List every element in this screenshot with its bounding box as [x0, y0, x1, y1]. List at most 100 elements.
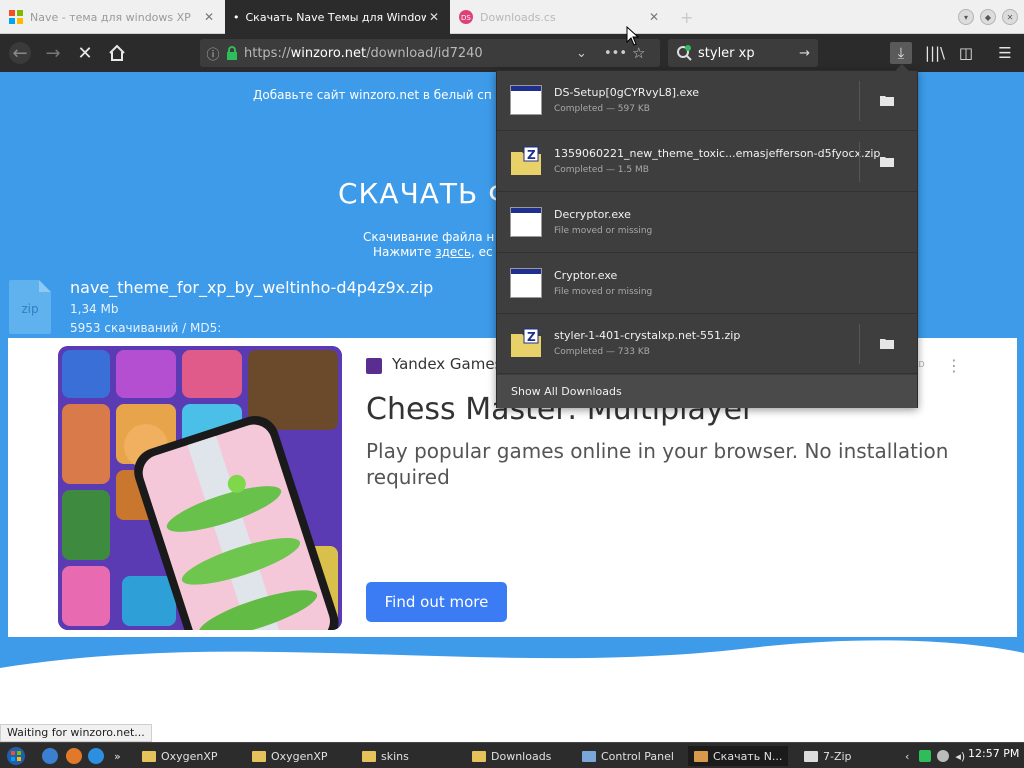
taskbar-item-label: Downloads: [491, 749, 552, 763]
search-bar[interactable]: styler xp →: [668, 39, 818, 67]
download-name: styler-1-401-crystalxp.net-551.zip: [554, 329, 741, 342]
download-status: Completed — 597 KB: [554, 104, 650, 114]
download-status: File moved or missing: [554, 287, 653, 297]
7zip-icon: [804, 750, 818, 762]
volume-icon[interactable]: ◂): [955, 750, 965, 763]
new-tab-button[interactable]: +: [680, 8, 693, 27]
taskbar-item[interactable]: skins: [362, 746, 409, 766]
download-item[interactable]: Z 1359060221_new_theme_toxic...emasjeffe…: [497, 132, 917, 192]
open-folder-icon[interactable]: [879, 93, 895, 107]
taskbar-item[interactable]: OxygenXP: [142, 746, 218, 766]
taskbar-item[interactable]: Control Panel: [582, 746, 674, 766]
sidebar-icon: ◫: [958, 44, 974, 62]
open-folder-icon[interactable]: [879, 154, 895, 168]
tray-app-icon[interactable]: [919, 750, 932, 762]
download-name: 1359060221_new_theme_toxic...emasjeffers…: [554, 147, 881, 160]
tray-network-icon[interactable]: [937, 750, 950, 762]
close-tab-icon[interactable]: ✕: [426, 10, 442, 24]
zip-archive-icon: Z: [511, 328, 541, 357]
windows-start-icon: [7, 747, 25, 765]
file-name: nave_theme_for_xp_by_weltinho-d4p4z9x.zi…: [70, 278, 434, 297]
download-item[interactable]: Z styler-1-401-crystalxp.net-551.zip Com…: [497, 314, 917, 374]
ad-description: Play popular games online in your browse…: [366, 439, 949, 489]
url-text[interactable]: https://winzoro.net/download/id7240: [244, 46, 483, 61]
download-item[interactable]: Cryptor.exe File moved or missing: [497, 254, 917, 314]
menu-button[interactable]: ☰: [994, 42, 1016, 64]
search-go-arrow-icon[interactable]: →: [799, 46, 810, 61]
game-collage-image: [58, 346, 342, 630]
loading-dot-icon: •: [233, 10, 240, 24]
quicklaunch-app-icon[interactable]: [42, 748, 58, 764]
home-button[interactable]: [106, 42, 128, 64]
firefox-icon[interactable]: [66, 748, 82, 764]
folder-icon: [472, 750, 486, 762]
chevron-down-icon[interactable]: ⌄: [576, 46, 587, 61]
search-input[interactable]: styler xp: [698, 46, 799, 61]
download-name: Decryptor.exe: [554, 208, 631, 221]
tab-label: Nave - тема для windows XP: [30, 10, 191, 24]
open-folder-icon[interactable]: [879, 336, 895, 350]
show-all-downloads-button[interactable]: Show All Downloads: [497, 375, 917, 408]
taskbar-item-label: Скачать N...: [713, 749, 783, 763]
download-item[interactable]: Decryptor.exe File moved or missing: [497, 193, 917, 253]
file-size: 1,34 Mb: [70, 302, 119, 316]
exe-file-icon: [510, 207, 542, 237]
download-hint-line: Нажмите здесь, ес: [373, 245, 493, 259]
download-arrow-icon: ⤓: [897, 44, 905, 62]
ad-game-artwork[interactable]: [58, 346, 342, 630]
minimize-icon[interactable]: ▾: [958, 9, 974, 25]
ad-brand: Yandex Games: [392, 355, 503, 373]
taskbar-item-label: Control Panel: [601, 749, 674, 763]
status-text: Waiting for winzoro.net...: [0, 724, 152, 742]
close-window-icon[interactable]: ✕: [1002, 9, 1018, 25]
url-path: /download/id7240: [366, 45, 483, 61]
library-icon: |||\: [924, 44, 946, 62]
bookmark-star-icon[interactable]: ☆: [632, 44, 645, 62]
quicklaunch-expand-icon[interactable]: »: [114, 746, 121, 766]
taskbar-item[interactable]: OxygenXP: [252, 746, 328, 766]
stop-button[interactable]: ✕: [74, 42, 96, 64]
taskbar-item-label: skins: [381, 749, 409, 763]
page-actions-icon[interactable]: •••: [604, 46, 627, 61]
hamburger-menu-icon: ☰: [998, 44, 1012, 62]
find-out-more-button[interactable]: Find out more: [366, 582, 507, 622]
clock[interactable]: 12:57 PM: [968, 747, 1019, 760]
taskbar-item-label: OxygenXP: [271, 749, 328, 763]
tab-label: Downloads.cs: [480, 10, 556, 24]
tab-download-page[interactable]: • Скачать Nave Темы для Windows XP ✕: [225, 0, 450, 34]
start-button[interactable]: [6, 746, 26, 766]
search-engine-icon: [677, 45, 692, 61]
taskbar-item-label: OxygenXP: [161, 749, 218, 763]
download-name: Cryptor.exe: [554, 269, 618, 282]
restore-icon[interactable]: ◆: [980, 9, 996, 25]
ds-logo-icon: DS: [459, 10, 473, 24]
download-status: Completed — 733 KB: [554, 347, 650, 357]
download-item[interactable]: DS-Setup[0gCYRvyL8].exe Completed — 597 …: [497, 71, 917, 131]
tray-expand-icon[interactable]: ‹: [905, 750, 909, 763]
downloads-button[interactable]: ⤓: [890, 42, 912, 64]
tab-nave-theme[interactable]: Nave - тема для windows XP ✕: [0, 0, 225, 34]
taskbar-item[interactable]: 7-Zip: [804, 746, 852, 766]
url-bar[interactable]: ⓘ https://winzoro.net/download/id7240 ⌄ …: [200, 39, 660, 67]
tab-label: Скачать Nave Темы для Windows XP: [245, 10, 427, 24]
taskbar-item[interactable]: Downloads: [472, 746, 551, 766]
decorative-wave: [0, 638, 1024, 742]
download-info-line: Скачивание файла н: [363, 230, 495, 244]
svg-text:Z: Z: [527, 330, 536, 344]
ie-icon[interactable]: [88, 748, 104, 764]
taskbar-item-label: 7-Zip: [823, 749, 852, 763]
info-icon[interactable]: ⓘ: [200, 44, 226, 63]
url-prefix: https://: [244, 45, 291, 61]
zip-archive-icon: Z: [511, 146, 541, 175]
forward-button[interactable]: →: [42, 42, 64, 64]
tab-strip: Nave - тема для windows XP ✕ • Скачать N…: [0, 0, 1024, 34]
taskbar-item-active[interactable]: Скачать N...: [688, 746, 789, 766]
ad-options-icon[interactable]: ⋮: [946, 356, 962, 375]
here-link[interactable]: здесь: [435, 245, 471, 259]
library-button[interactable]: |||\: [924, 42, 946, 64]
downloads-panel: DS-Setup[0gCYRvyL8].exe Completed — 597 …: [496, 64, 918, 408]
sidebar-toggle-button[interactable]: ◫: [955, 42, 977, 64]
close-tab-icon[interactable]: ✕: [201, 10, 217, 24]
back-button[interactable]: ←: [9, 42, 31, 64]
close-tab-icon[interactable]: ✕: [646, 10, 662, 24]
